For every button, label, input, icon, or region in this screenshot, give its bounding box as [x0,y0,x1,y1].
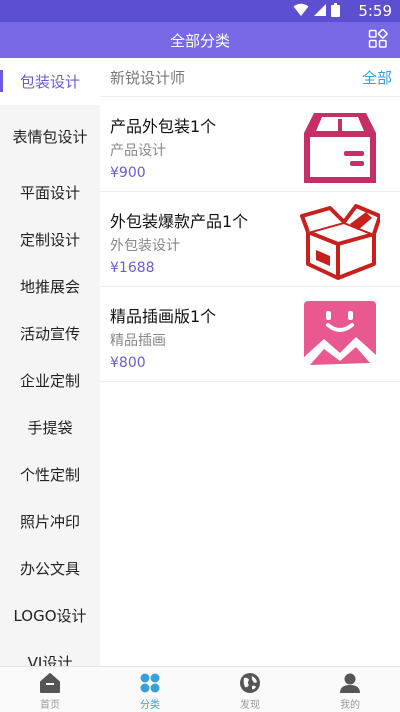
shop-header: 新锐设计师 全部 [100,58,400,97]
bottom-tab-bar: 首页 分类 发现 我的 [0,666,400,712]
page-title: 全部分类 [169,32,230,50]
product-item[interactable]: 精品插画版1个 精品插画 ¥800 [100,287,400,382]
product-name: 精品插画版1个 [110,307,217,326]
open-box-icon [300,204,380,280]
product-category: 精品插画 [110,333,166,349]
status-bar: 5:59 [0,0,400,22]
grid-icon[interactable] [368,29,388,49]
category-icon [140,673,160,693]
sidebar-item-enterprise[interactable]: 企业定制 [0,357,100,404]
tab-mine[interactable]: 我的 [300,667,400,712]
product-name: 产品外包装1个 [110,117,217,136]
sidebar-item-packaging[interactable]: 包装设计 [0,58,100,105]
status-icons [293,3,340,17]
tab-label: 发现 [240,700,260,711]
title-bar: 全部分类 [0,22,400,58]
sidebar-item-photo-print[interactable]: 照片冲印 [0,498,100,545]
signal-icon [314,4,326,16]
category-sidebar: 包装设计 表情包设计 平面设计 定制设计 地推展会 活动宣传 企业定制 手提袋 … [0,58,100,666]
sidebar-item-handbag[interactable]: 手提袋 [0,404,100,451]
wifi-icon [293,3,309,16]
sidebar-item-event-promo[interactable]: 活动宣传 [0,310,100,357]
tab-label: 首页 [40,700,60,711]
product-category: 产品设计 [110,143,166,159]
product-price: ¥900 [110,165,146,181]
product-item[interactable]: 产品外包装1个 产品设计 ¥900 [100,97,400,192]
box-icon [304,113,376,183]
sidebar-item-vi[interactable]: VI设计 [0,639,100,667]
sidebar-item-logo[interactable]: LOGO设计 [0,592,100,639]
product-list-panel: 新锐设计师 全部 产品外包装1个 产品设计 ¥900 外包装爆款产品1个 外包装… [100,58,400,666]
sidebar-item-custom-design[interactable]: 定制设计 [0,216,100,263]
sidebar-item-personal[interactable]: 个性定制 [0,451,100,498]
sidebar-item-stationery[interactable]: 办公文具 [0,545,100,592]
tab-label: 分类 [140,700,160,711]
tab-home[interactable]: 首页 [0,667,100,712]
product-price: ¥1688 [110,260,155,276]
home-icon [40,673,60,693]
globe-icon [240,673,260,693]
status-time: 5:59 [358,2,392,20]
battery-icon [331,3,340,17]
smiley-picture-icon [304,301,376,373]
product-category: 外包装设计 [110,238,180,254]
tab-label: 我的 [340,700,360,711]
tab-discover[interactable]: 发现 [200,667,300,712]
product-item[interactable]: 外包装爆款产品1个 外包装设计 ¥1688 [100,192,400,287]
user-icon [340,673,360,693]
product-name: 外包装爆款产品1个 [110,212,249,231]
sidebar-item-exhibition[interactable]: 地推展会 [0,263,100,310]
view-all-link[interactable]: 全部 [362,67,392,88]
sidebar-item-sticker-design[interactable]: 表情包设计 [0,105,100,169]
sidebar-item-graphic-design[interactable]: 平面设计 [0,169,100,216]
product-price: ¥800 [110,355,146,371]
tab-category[interactable]: 分类 [100,667,200,712]
shop-name: 新锐设计师 [110,69,186,87]
